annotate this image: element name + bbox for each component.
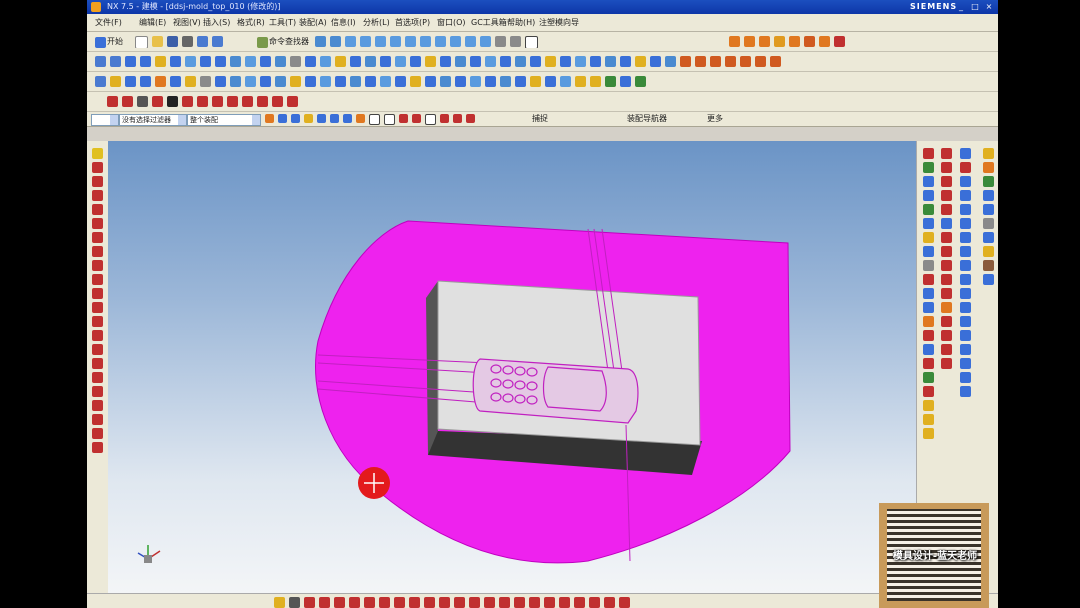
line-icon[interactable] [107, 96, 118, 107]
model-scene [137, 220, 791, 564]
view-tools-group [313, 35, 713, 48]
type-filter-dropdown[interactable] [91, 114, 119, 126]
right-tools-column-3 [958, 145, 972, 400]
command-finder-label[interactable]: 命令查找器 [269, 36, 309, 47]
open-folder-icon[interactable] [152, 36, 163, 47]
minimize-button[interactable]: _ [955, 2, 967, 12]
menu-gc-toolkit[interactable]: GC工具箱 [471, 17, 507, 28]
more-label[interactable]: 更多 [707, 113, 723, 124]
save-icon[interactable] [167, 36, 178, 47]
window-title: NX 7.5 - 建模 - [ddsj-mold_top_010 (修改的)] [107, 2, 281, 11]
circle-icon[interactable] [334, 597, 345, 608]
new-file-icon[interactable] [135, 36, 148, 48]
cut-icon[interactable] [182, 36, 193, 47]
wcs-triad-icon [137, 545, 161, 563]
menu-file[interactable]: 文件(F) [95, 17, 122, 28]
text-icon[interactable] [167, 96, 178, 107]
sketch-tools-column [90, 145, 104, 456]
mold-wizard-icon[interactable] [729, 36, 740, 47]
selection-filter-dropdown[interactable]: 没有选择过滤器 [119, 114, 187, 126]
view-cube-icon[interactable] [345, 36, 356, 47]
menu-view[interactable]: 视图(V) [173, 17, 201, 28]
start-icon[interactable] [95, 37, 106, 48]
curve-tools-group [105, 95, 365, 108]
rectangle-icon[interactable] [137, 96, 148, 107]
close-button[interactable]: × [983, 2, 995, 12]
feature-tools-group [93, 55, 992, 68]
rotate-icon[interactable] [330, 36, 341, 47]
edit-feature-toolbar [87, 72, 998, 92]
arc-icon[interactable] [122, 96, 133, 107]
menu-info[interactable]: 信息(I) [331, 17, 356, 28]
file-tools-group [133, 35, 253, 48]
siemens-brand: SIEMENS [910, 2, 958, 11]
menu-format[interactable]: 格式(R) [237, 17, 265, 28]
menu-preferences[interactable]: 首选项(P) [395, 17, 430, 28]
sketch-icon[interactable] [91, 148, 103, 159]
standard-toolbar: 开始 命令查找器 [87, 32, 998, 52]
menu-tools[interactable]: 工具(T) [269, 17, 296, 28]
undo-icon[interactable] [197, 36, 208, 47]
assembly-navigator-label[interactable]: 装配导航器 [627, 113, 667, 124]
nx-app-icon [91, 2, 101, 12]
menu-window[interactable]: 窗口(O) [437, 17, 466, 28]
redo-icon[interactable] [212, 36, 223, 47]
curve-toolbar [87, 92, 998, 112]
nx-application-window: NX 7.5 - 建模 - [ddsj-mold_top_010 (修改的)] … [87, 0, 998, 608]
start-button-label[interactable]: 开始 [107, 36, 123, 47]
watermark-caption: 模具设计-蓝天老师 [892, 551, 978, 562]
mold-wizard-group [727, 35, 887, 48]
title-bar: NX 7.5 - 建模 - [ddsj-mold_top_010 (修改的)] … [87, 0, 998, 14]
selection-filter-value: 没有选择过滤器 [122, 116, 171, 124]
selection-bar: 没有选择过滤器 整个装配 捕捉 装配导航器 更多 [87, 112, 998, 127]
bottom-sketch-toolbar [87, 593, 998, 608]
menu-assembly[interactable]: 装配(A) [299, 17, 327, 28]
menu-mold-wizard[interactable]: 注塑模向导 [539, 17, 579, 28]
maximize-button[interactable]: □ [969, 2, 981, 12]
selection-scope-dropdown[interactable]: 整个装配 [187, 114, 261, 126]
left-sketch-toolbar [87, 141, 109, 593]
snap-label[interactable]: 捕捉 [532, 113, 548, 124]
snap-tools-group [263, 113, 513, 126]
menu-analysis[interactable]: 分析(L) [363, 17, 390, 28]
menu-help[interactable]: 帮助(H) [507, 17, 535, 28]
resource-bar [981, 145, 995, 288]
qr-watermark: 模具设计-蓝天老师 [879, 503, 989, 608]
graphics-viewport[interactable] [108, 141, 916, 593]
bottom-tools-group [272, 596, 752, 608]
menu-edit[interactable]: 编辑(E) [139, 17, 166, 28]
menu-bar: 文件(F) 编辑(E) 视图(V) 插入(S) 格式(R) 工具(T) 装配(A… [87, 14, 998, 32]
mold-block-side [426, 281, 438, 455]
right-tools-column-1 [921, 145, 935, 442]
feature-toolbar [87, 52, 998, 72]
cursor-marker [358, 467, 390, 499]
selection-scope-value: 整个装配 [190, 116, 218, 124]
edit-feature-group [93, 75, 992, 88]
right-tools-column-2 [939, 145, 953, 372]
command-finder-icon[interactable] [257, 37, 268, 48]
zoom-icon[interactable] [315, 36, 326, 47]
point-icon[interactable] [152, 96, 163, 107]
menu-insert[interactable]: 插入(S) [203, 17, 230, 28]
